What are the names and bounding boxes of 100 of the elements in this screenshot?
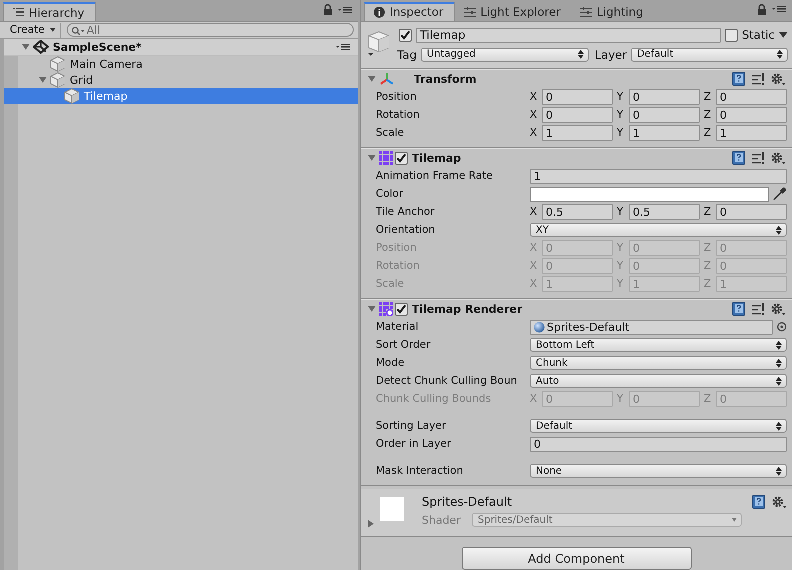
sliders-icon[interactable] — [752, 152, 765, 165]
property-label: Position — [376, 242, 418, 254]
settings-icon[interactable] — [771, 152, 786, 165]
panel-tab[interactable]: Lighting — [570, 4, 654, 21]
cube-icon — [64, 88, 80, 104]
dropdown[interactable]: XY — [530, 223, 787, 238]
foldout-arrow[interactable] — [367, 304, 377, 314]
object-field[interactable]: Sprites-Default — [530, 320, 773, 335]
number-field[interactable]: 1 — [542, 125, 613, 142]
tree-item[interactable]: Main Camera — [4, 56, 358, 72]
number-field: 0 — [716, 391, 787, 408]
caret-icon[interactable] — [779, 32, 788, 38]
component-title: Tilemap Renderer — [412, 302, 522, 316]
sliders-icon[interactable] — [752, 302, 765, 316]
cube-icon — [367, 30, 391, 58]
tree-item[interactable]: Tilemap — [4, 88, 358, 104]
property-label: Scale — [376, 127, 406, 140]
hierarchy-tab[interactable]: Hierarchy — [3, 2, 96, 21]
active-checkbox[interactable] — [399, 28, 412, 42]
enable-checkbox[interactable] — [395, 302, 408, 316]
axis-label: Y — [617, 242, 624, 254]
material-preview — [380, 497, 404, 522]
help-book-icon[interactable] — [732, 72, 746, 86]
menu-icon[interactable] — [338, 6, 352, 14]
settings-icon[interactable] — [772, 496, 787, 509]
number-field[interactable]: 0.5 — [629, 204, 700, 220]
number-field[interactable]: 1 — [530, 168, 787, 184]
updown-arrows-icon — [776, 358, 782, 368]
lock-icon[interactable] — [757, 4, 767, 15]
axis-label: Z — [704, 91, 712, 104]
foldout-arrow[interactable] — [367, 74, 377, 84]
updown-arrows-icon — [578, 50, 584, 60]
menu-icon[interactable] — [772, 5, 786, 14]
cube-icon — [50, 56, 66, 72]
axis-label: Y — [617, 109, 624, 122]
sliders-icon[interactable] — [752, 72, 765, 86]
foldout-arrow[interactable] — [21, 42, 31, 52]
updown-arrows-icon — [776, 226, 782, 235]
name-field[interactable]: Tilemap — [416, 28, 722, 43]
property-label: Tile Anchor — [376, 206, 436, 218]
grid-icon — [379, 151, 393, 166]
axis-label: Z — [704, 242, 712, 254]
help-book-icon[interactable] — [752, 495, 766, 510]
panel-tab[interactable]: Light Explorer — [454, 4, 571, 21]
property-label: Detect Chunk Culling Boun — [376, 375, 518, 388]
number-field[interactable]: 1 — [629, 125, 700, 142]
shader-label: Shader — [422, 514, 462, 527]
axis-label: Y — [617, 127, 624, 140]
tag-label: Tag — [396, 48, 417, 62]
search-field[interactable]: All — [66, 23, 354, 37]
layer-dropdown[interactable]: Default — [631, 48, 788, 62]
foldout-arrow[interactable] — [367, 153, 377, 164]
create-button[interactable]: Create — [4, 22, 61, 38]
property-label: Rotation — [376, 109, 421, 122]
menu-icon[interactable] — [336, 43, 350, 51]
color-field[interactable] — [530, 186, 769, 202]
number-field[interactable]: 0 — [716, 89, 787, 106]
eyedropper-icon[interactable] — [773, 187, 787, 202]
add-component-button[interactable]: Add Component — [462, 547, 692, 570]
number-field[interactable]: 0 — [629, 107, 700, 124]
foldout-arrow[interactable] — [366, 519, 376, 530]
scene-row[interactable]: SampleScene* — [4, 39, 358, 56]
dropdown[interactable]: Default — [530, 419, 787, 434]
number-field[interactable]: 0 — [716, 107, 787, 124]
target-icon[interactable] — [777, 322, 787, 332]
help-book-icon[interactable] — [732, 151, 746, 166]
axis-label: X — [530, 242, 538, 254]
number-field: 0 — [542, 240, 613, 256]
property-label: Mask Interaction — [376, 465, 464, 478]
updown-arrows-icon — [777, 50, 783, 60]
enable-checkbox[interactable] — [395, 152, 408, 165]
number-field[interactable]: 0 — [629, 89, 700, 106]
axis-label: X — [530, 278, 538, 290]
number-field[interactable]: 0 — [716, 204, 787, 220]
property-label: Rotation — [376, 260, 421, 272]
foldout-arrow[interactable] — [38, 75, 48, 85]
property-label: Sorting Layer — [376, 420, 448, 432]
dropdown[interactable]: Bottom Left — [530, 338, 787, 352]
static-checkbox[interactable] — [725, 28, 738, 42]
settings-icon[interactable] — [771, 302, 786, 316]
property-label: Color — [376, 188, 404, 200]
axis-label: X — [530, 109, 538, 122]
panel-tab[interactable]: Inspector — [364, 2, 455, 21]
dropdown[interactable]: None — [530, 464, 787, 478]
lock-icon[interactable] — [323, 4, 333, 15]
updown-arrows-icon — [776, 466, 782, 476]
tree-item[interactable]: Grid — [4, 72, 358, 88]
number-field[interactable]: 0 — [542, 107, 613, 124]
number-field[interactable]: 0 — [542, 89, 613, 106]
help-book-icon[interactable] — [732, 302, 746, 316]
updown-arrows-icon — [776, 340, 782, 350]
number-field[interactable]: 0.5 — [542, 204, 613, 220]
component-title: Transform — [414, 72, 477, 86]
number-field[interactable]: 0 — [530, 436, 787, 452]
number-field[interactable]: 1 — [716, 125, 787, 142]
tag-dropdown[interactable]: Untagged — [421, 48, 589, 62]
dropdown[interactable]: Chunk — [530, 356, 787, 370]
settings-icon[interactable] — [771, 72, 786, 86]
grid-gear-icon — [379, 302, 393, 316]
dropdown[interactable]: Auto — [530, 374, 787, 388]
